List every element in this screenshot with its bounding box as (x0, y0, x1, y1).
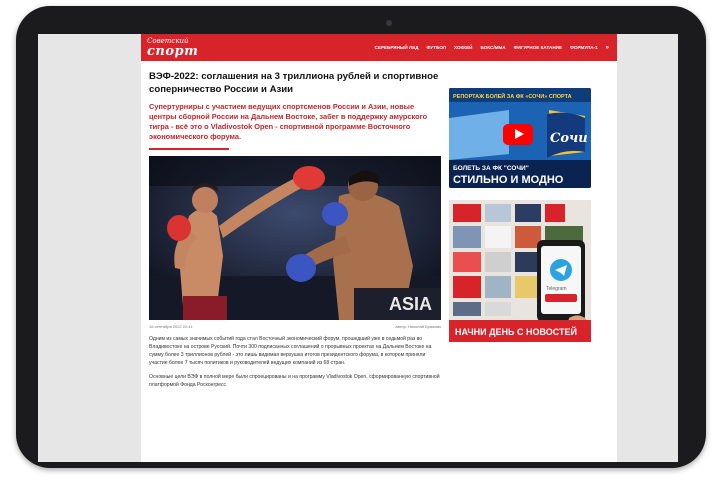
trunks-text: ASIA (389, 294, 432, 314)
screen: Советский спорт Серебряный лед Футбол Хо… (38, 34, 678, 462)
sidebar: РЕПОРТАЖ БОЛЕЙ ЗА ФК «СОЧИ» СПОРТА Сочи … (449, 88, 609, 342)
article-lead: Супертурниры с участием ведущих спортсме… (149, 102, 428, 141)
nav-item-football[interactable]: Футбол (423, 45, 450, 51)
telegram-ad[interactable]: Telegram НАЧНИ ДЕНЬ С НОВОСТЕЙ (449, 200, 591, 342)
nav-more-button[interactable]: » (602, 45, 613, 51)
ad1-line1: БОЛЕТЬ ЗА ФК "СОЧИ" (453, 165, 529, 172)
article-photo[interactable]: ASIA (149, 156, 441, 320)
sochi-video-ad[interactable]: РЕПОРТАЖ БОЛЕЙ ЗА ФК «СОЧИ» СПОРТА Сочи … (449, 88, 591, 188)
nav-item-boxing-mma[interactable]: Бокс/ММА (476, 45, 509, 51)
tablet-frame: Советский спорт Серебряный лед Футбол Хо… (16, 6, 706, 468)
article: ВЭФ-2022: соглашения на 3 триллиона рубл… (149, 70, 441, 390)
telegram-ad-graphic: Telegram НАЧНИ ДЕНЬ С НОВОСТЕЙ (449, 200, 591, 342)
logo-line2: спорт (147, 43, 199, 59)
article-date: 16 сентября 2022 22:41 (149, 324, 193, 329)
paragraph: Основные цели ВЭФ в полной мере были спр… (149, 374, 440, 389)
site-logo[interactable]: Советский спорт (141, 37, 297, 59)
camera-dot (386, 20, 392, 26)
ad2-bottom-text: НАЧНИ ДЕНЬ С НОВОСТЕЙ (455, 326, 577, 337)
article-meta: 16 сентября 2022 22:41 автор: Николай Бр… (149, 324, 441, 329)
article-title: ВЭФ-2022: соглашения на 3 триллиона рубл… (149, 71, 439, 95)
boxing-photo: ASIA (149, 156, 441, 320)
nav-item-hockey[interactable]: Хоккей (450, 45, 477, 51)
main-nav: Серебряный лед Футбол Хоккей Бокс/ММА Фи… (371, 45, 617, 51)
lead-divider (149, 148, 229, 150)
ad1-top-text: РЕПОРТАЖ БОЛЕЙ ЗА ФК «СОЧИ» СПОРТА (453, 92, 572, 100)
ad1-badge: Сочи (550, 131, 588, 146)
youtube-play-icon[interactable] (503, 124, 533, 145)
article-body: Одним из самых значимых событий года ста… (149, 335, 441, 390)
nav-item-silver-ice[interactable]: Серебряный лед (371, 45, 423, 51)
nav-item-formula1[interactable]: Формула-1 (566, 45, 602, 51)
ad1-line2: СТИЛЬНО И МОДНО (453, 174, 564, 186)
site-header: Советский спорт Серебряный лед Футбол Хо… (141, 34, 617, 61)
web-page: Советский спорт Серебряный лед Футбол Хо… (141, 34, 617, 462)
nav-item-figure-skating[interactable]: Фигурное катание (510, 45, 566, 51)
article-author[interactable]: автор: Николай Бражник (395, 324, 441, 329)
phone-app-name: Telegram (546, 286, 567, 292)
paragraph: Одним из самых значимых событий года ста… (149, 336, 432, 367)
